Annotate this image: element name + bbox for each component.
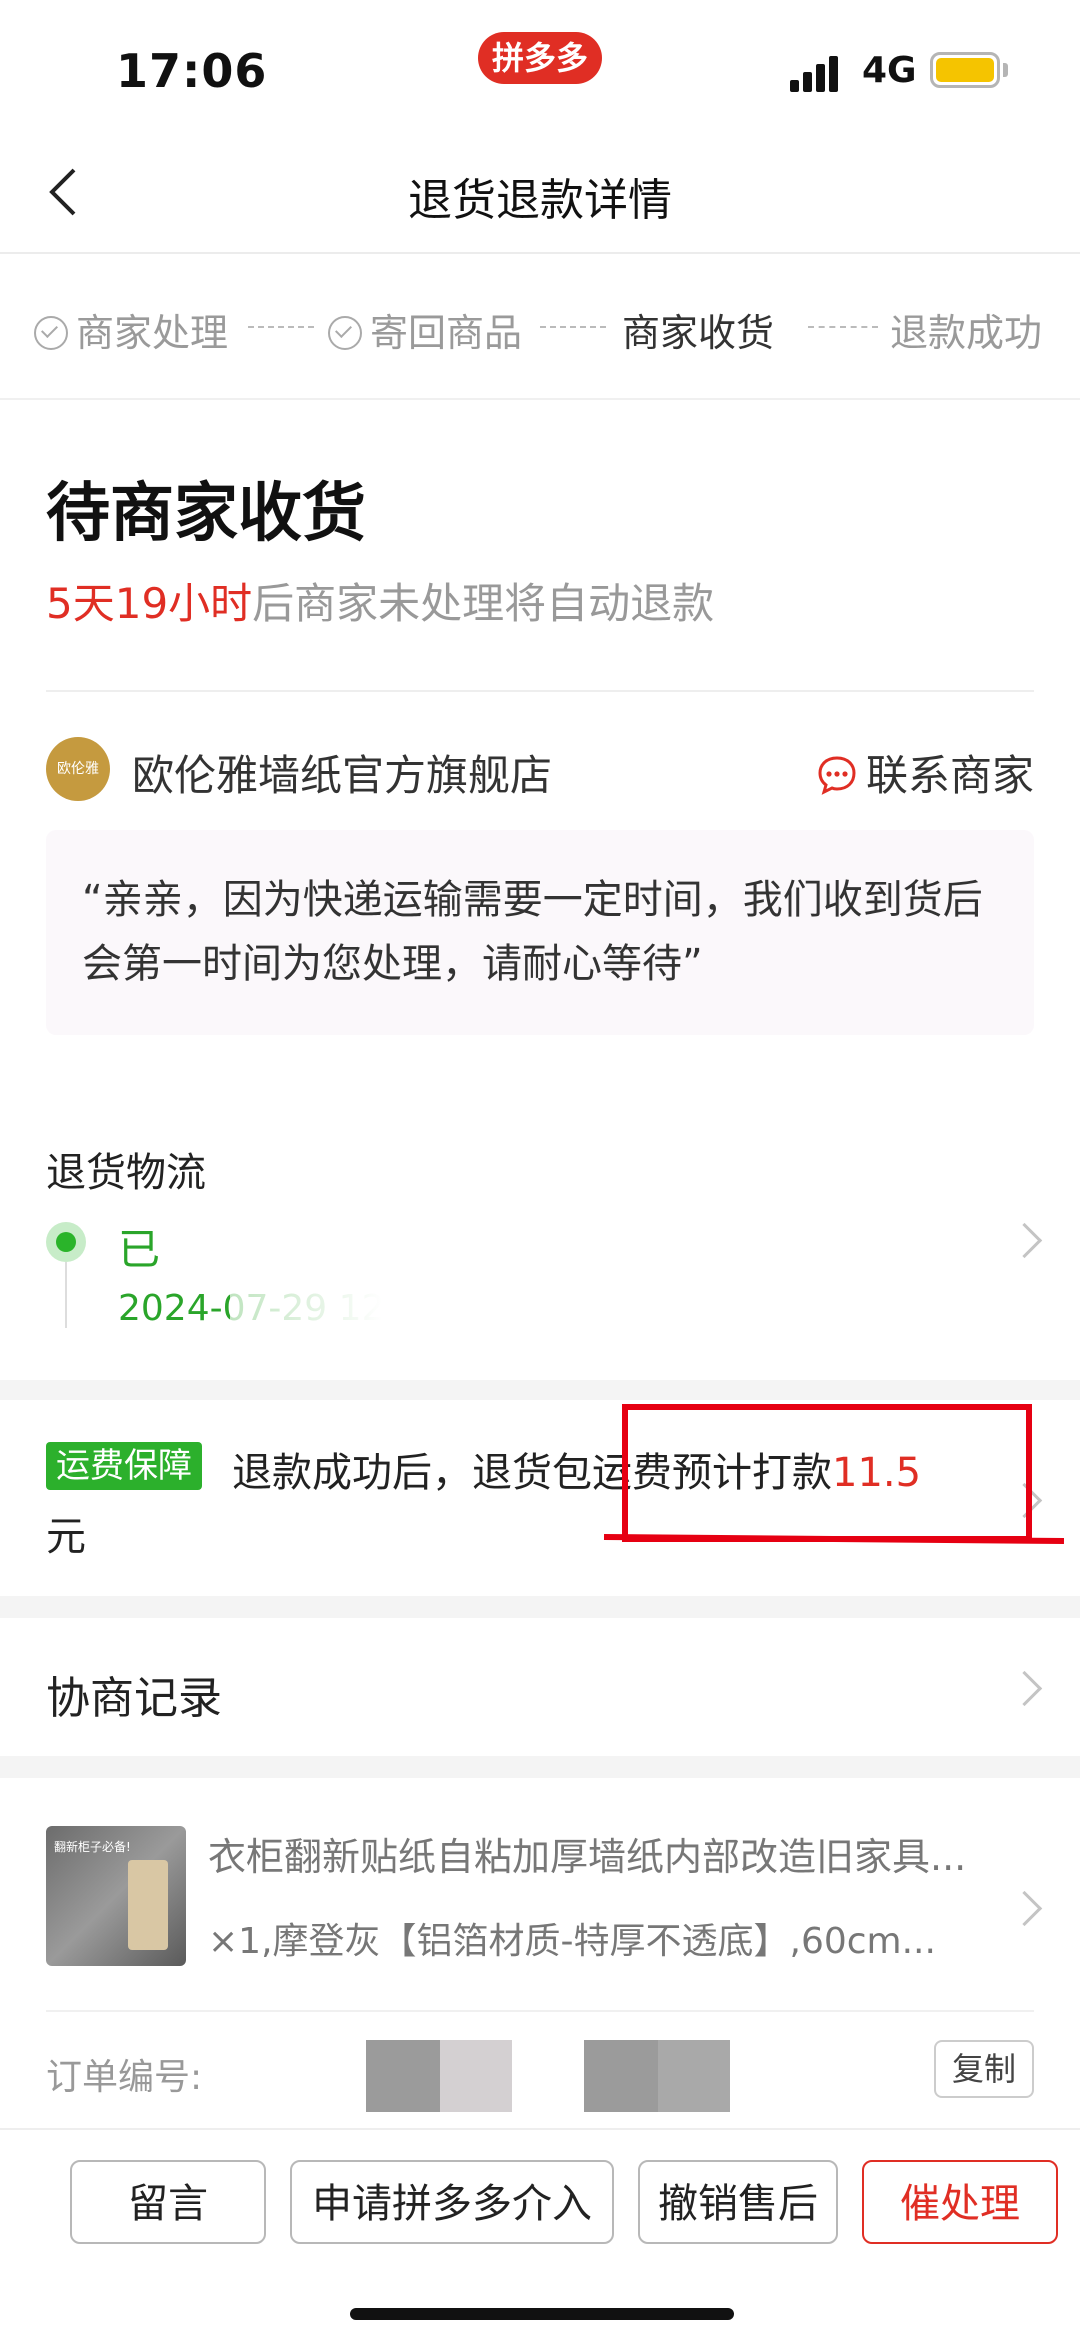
- chevron-right-icon[interactable]: [1006, 1670, 1043, 1707]
- shipping-unit: 元: [46, 1514, 86, 1560]
- nav-bar: 退货退款详情: [0, 130, 1080, 254]
- page-title: 退货退款详情: [408, 175, 672, 226]
- divider: [46, 690, 1034, 692]
- countdown-text: 5天19小时后商家未处理将自动退款: [46, 579, 715, 628]
- return-logistics-label: 退货物流: [46, 1150, 206, 1196]
- copy-button[interactable]: 复制: [934, 2040, 1034, 2098]
- step-refund-success: 退款成功: [890, 311, 1043, 355]
- chevron-right-icon[interactable]: [1006, 1890, 1043, 1927]
- urge-processing-button[interactable]: 催处理: [862, 2160, 1058, 2244]
- leave-message-button[interactable]: 留言: [70, 2160, 266, 2244]
- chat-bubble-icon: [818, 755, 856, 795]
- product-thumbnail[interactable]: 翻新柜子必备!: [46, 1826, 186, 1966]
- redaction-mosaic: [366, 2040, 440, 2112]
- network-label: 4G: [862, 50, 917, 91]
- app-badge: 拼多多: [478, 32, 602, 84]
- bottom-action-bar: 留言 申请拼多多介入 撤销售后 催处理: [0, 2128, 1080, 2340]
- check-circle-icon: [328, 315, 362, 350]
- chevron-right-icon[interactable]: [1006, 1222, 1043, 1259]
- merchant-message: “亲亲，因为快递运输需要一定时间，我们收到货后会第一时间为您处理，请耐心等待”: [82, 877, 983, 987]
- cancel-after-sale-button[interactable]: 撤销售后: [638, 2160, 838, 2244]
- shipping-protection-badge: 运费保障: [46, 1442, 202, 1490]
- signal-icon: [790, 56, 840, 92]
- status-time: 17:06: [116, 44, 268, 98]
- status-bar: 17:06 拼多多 4G: [0, 0, 1080, 130]
- shop-name[interactable]: 欧伦雅墙纸官方旗舰店: [132, 742, 552, 803]
- divider: [46, 2010, 1034, 2012]
- step-merchant-processing: 商家处理: [34, 302, 228, 357]
- order-number-label: 订单编号:: [46, 2057, 203, 2098]
- shop-avatar[interactable]: 欧伦雅: [46, 737, 110, 801]
- product-name[interactable]: 衣柜翻新贴纸自粘加厚墙纸内部改造旧家具...: [208, 1826, 988, 1881]
- progress-steps: 商家处理 寄回商品 商家收货 退款成功: [0, 254, 1080, 400]
- product-spec: ×1,摩登灰【铝箔材质-特厚不透底】,60cm...: [208, 1921, 936, 1962]
- redaction-blur: [230, 1120, 990, 1360]
- negotiation-record-label: 协商记录: [46, 1673, 222, 1724]
- refund-status-card: 待商家收货 5天19小时后商家未处理将自动退款 欧伦雅 欧伦雅墙纸官方旗舰店 联…: [0, 400, 1080, 1380]
- status-title: 待商家收货: [46, 477, 366, 551]
- logistics-status-start[interactable]: 已: [118, 1216, 160, 1277]
- step-merchant-receipt: 商家收货: [622, 311, 775, 355]
- contact-merchant-button[interactable]: 联系商家: [816, 742, 1034, 803]
- negotiation-record-row[interactable]: 协商记录: [0, 1618, 1080, 1756]
- annotation-box: [622, 1404, 1032, 1542]
- battery-icon: [930, 52, 1000, 88]
- check-circle-icon: [34, 315, 68, 350]
- merchant-message-box: “亲亲，因为快递运输需要一定时间，我们收到货后会第一时间为您处理，请耐心等待”: [46, 830, 1034, 1035]
- product-card: 翻新柜子必备! 衣柜翻新贴纸自粘加厚墙纸内部改造旧家具... ×1,摩登灰【铝箔…: [0, 1778, 1080, 2138]
- request-intervention-button[interactable]: 申请拼多多介入: [290, 2160, 614, 2244]
- home-indicator[interactable]: [350, 2308, 734, 2320]
- step-return-goods: 寄回商品: [328, 302, 522, 357]
